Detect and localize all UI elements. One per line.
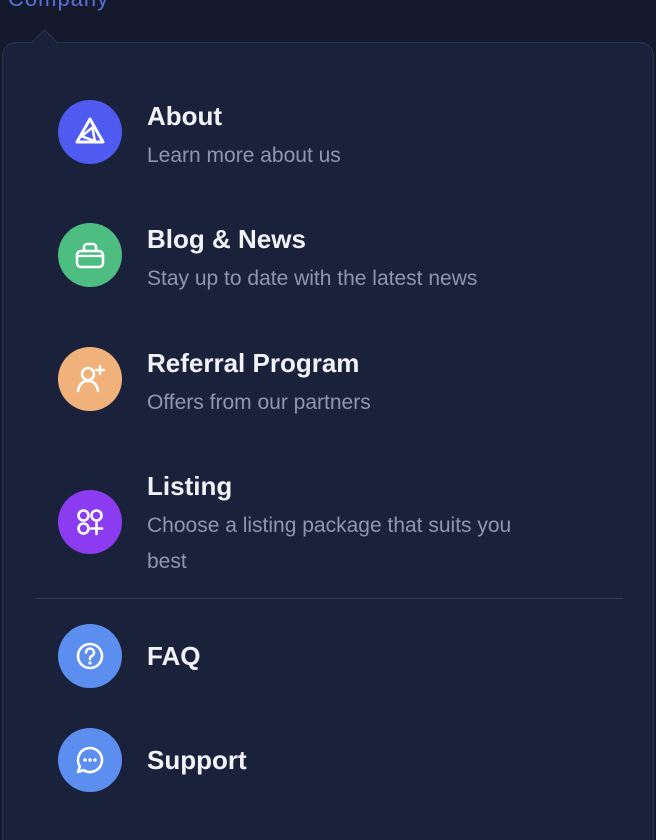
menu-item-description: Choose a listing package that suits you …	[147, 514, 512, 573]
question-icon	[58, 624, 122, 688]
apps-add-icon	[58, 490, 122, 554]
menu-item-title: Support	[147, 745, 247, 775]
page: Company About Learn more about us Blog &…	[0, 0, 656, 840]
briefcase-icon	[58, 223, 122, 287]
about-logo-icon	[58, 100, 122, 164]
menu-item-title: FAQ	[147, 641, 201, 671]
menu-item-faq[interactable]: FAQ	[58, 624, 200, 688]
menu-item-blog-news[interactable]: Blog & News Stay up to date with the lat…	[58, 223, 477, 297]
dropdown-caret	[31, 29, 58, 56]
menu-item-about[interactable]: About Learn more about us	[58, 100, 341, 174]
menu-divider	[35, 598, 623, 599]
menu-item-listing[interactable]: Listing Choose a listing package that su…	[58, 470, 527, 580]
menu-item-title: Listing	[147, 471, 233, 501]
menu-item-referral-program[interactable]: Referral Program Offers from our partner…	[58, 347, 371, 421]
menu-item-description: Offers from our partners	[147, 391, 371, 414]
menu-item-title: About	[147, 101, 223, 131]
menu-item-title: Referral Program	[147, 348, 360, 378]
user-add-icon	[58, 347, 122, 411]
chat-icon	[58, 728, 122, 792]
menu-item-description: Learn more about us	[147, 144, 341, 167]
menu-item-support[interactable]: Support	[58, 728, 247, 792]
menu-item-description: Stay up to date with the latest news	[147, 267, 478, 290]
nav-company-link[interactable]: Company	[8, 0, 109, 12]
menu-item-title: Blog & News	[147, 224, 306, 254]
